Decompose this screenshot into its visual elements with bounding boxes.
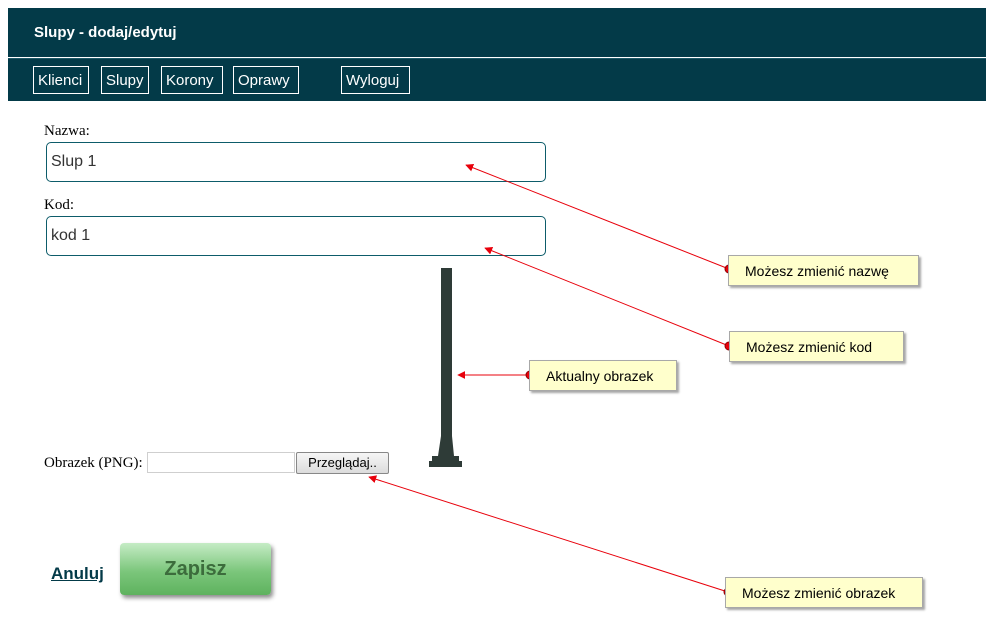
note-code-hint: Możesz zmienić kod <box>729 331 904 362</box>
arrow-code <box>484 246 730 347</box>
annotation-arrows <box>368 163 734 597</box>
note-upload-hint: Możesz zmienić obrazek <box>725 577 923 608</box>
arrow-name <box>465 163 730 270</box>
arrow-upload <box>368 475 729 593</box>
note-name-hint: Możesz zmienić nazwę <box>728 255 919 286</box>
note-image-hint: Aktualny obrazek <box>529 360 677 391</box>
